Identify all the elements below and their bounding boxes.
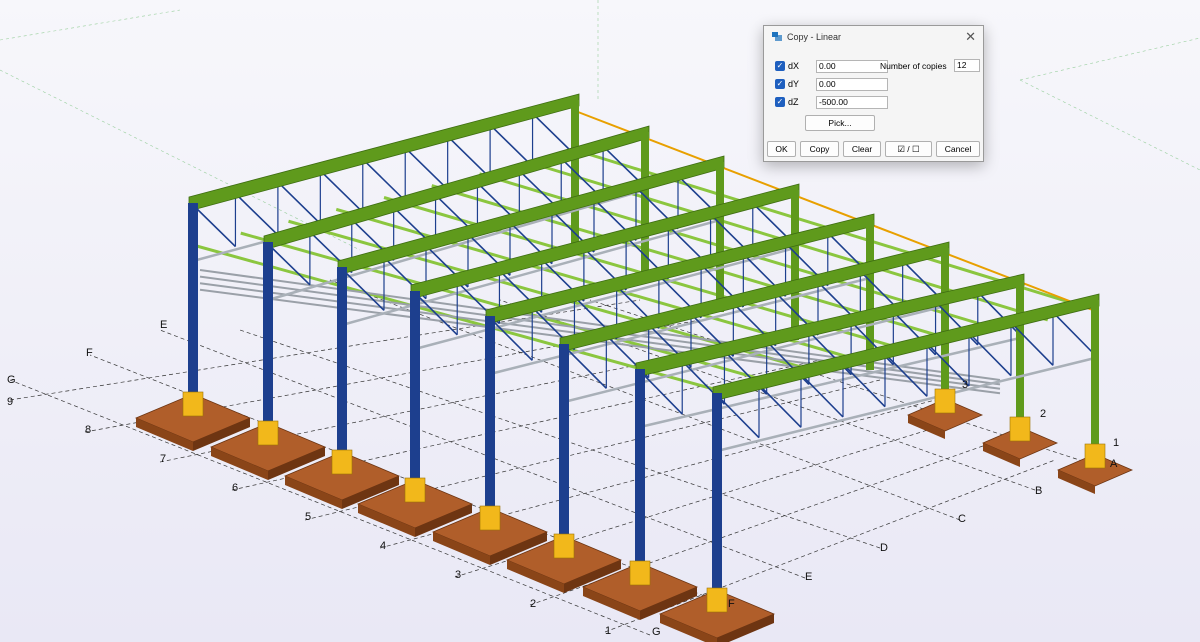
front-column bbox=[712, 393, 722, 598]
front-column bbox=[263, 242, 273, 435]
grid-label-A: A bbox=[1110, 458, 1118, 470]
base-plate bbox=[629, 560, 651, 586]
copy-linear-icon bbox=[772, 32, 782, 41]
dz-checkbox[interactable]: ✓ bbox=[775, 97, 785, 107]
grid-label-4: 4 bbox=[380, 540, 386, 552]
grid-label-F: F bbox=[728, 598, 735, 610]
base-plate bbox=[1084, 443, 1106, 469]
grid-label-7: 7 bbox=[160, 453, 166, 465]
back-column bbox=[941, 248, 949, 398]
front-column bbox=[635, 369, 645, 572]
ok-button[interactable]: OK bbox=[767, 141, 796, 157]
select-toggle-button[interactable]: ☑ / ☐ bbox=[885, 141, 932, 157]
grid-label-back-3: 3 bbox=[962, 379, 968, 391]
front-column bbox=[485, 316, 495, 515]
grid-label-left-F: F bbox=[86, 347, 93, 359]
grid-label-left-E: E bbox=[160, 319, 167, 331]
copies-label: Number of copies bbox=[880, 61, 947, 71]
base-plate bbox=[182, 391, 204, 417]
base-plate bbox=[331, 449, 353, 475]
front-column bbox=[559, 344, 569, 545]
grid-label-6: 6 bbox=[232, 482, 238, 494]
front-column bbox=[337, 267, 347, 462]
base-plate bbox=[479, 505, 501, 531]
offset-group: ✓ dX 0.00 ✓ dY 0.00 ✓ dZ -500.00 Pick... bbox=[768, 58, 888, 135]
back-column bbox=[716, 162, 724, 312]
dx-checkbox[interactable]: ✓ bbox=[775, 61, 785, 71]
base-plate bbox=[553, 533, 575, 559]
back-column bbox=[1091, 300, 1099, 450]
grid-label-2: 2 bbox=[530, 598, 536, 610]
copies-input[interactable]: 12 bbox=[954, 59, 980, 72]
copy-button[interactable]: Copy bbox=[800, 141, 839, 157]
front-column bbox=[188, 203, 198, 398]
grid-label-3: 3 bbox=[455, 569, 461, 581]
back-column bbox=[1016, 280, 1024, 430]
grid-label-D: D bbox=[880, 542, 888, 554]
front-column bbox=[410, 291, 420, 488]
grid-label-B: B bbox=[1035, 485, 1042, 497]
close-icon[interactable]: ✕ bbox=[965, 29, 976, 45]
dy-input[interactable]: 0.00 bbox=[816, 78, 888, 91]
dx-input[interactable]: 0.00 bbox=[816, 60, 888, 73]
dialog-title: Copy - Linear bbox=[787, 32, 842, 42]
grid-label-E: E bbox=[805, 571, 812, 583]
grid-label-back-2: 2 bbox=[1040, 408, 1046, 420]
dz-label: dZ bbox=[788, 97, 799, 107]
back-column bbox=[641, 132, 649, 282]
dz-input[interactable]: -500.00 bbox=[816, 96, 888, 109]
grid-label-C: C bbox=[958, 513, 966, 525]
grid-label-left-G: G bbox=[7, 374, 16, 386]
base-plate bbox=[404, 477, 426, 503]
grid-label-back-1: 1 bbox=[1113, 437, 1119, 449]
grid-label-9: 9 bbox=[7, 396, 13, 408]
cancel-button[interactable]: Cancel bbox=[936, 141, 980, 157]
dy-label: dY bbox=[788, 79, 800, 89]
clear-button[interactable]: Clear bbox=[843, 141, 881, 157]
grid-label-G: G bbox=[652, 626, 661, 638]
base-plate bbox=[257, 420, 279, 446]
grid-label-1: 1 bbox=[605, 625, 611, 637]
base-plate bbox=[1009, 416, 1031, 442]
pick-button[interactable]: Pick... bbox=[805, 115, 875, 131]
dy-checkbox[interactable]: ✓ bbox=[775, 79, 785, 89]
model-viewport[interactable]: 123456789123ABCDEFGEFG bbox=[0, 0, 1200, 642]
back-column bbox=[866, 220, 874, 370]
back-column bbox=[791, 190, 799, 340]
grid-label-8: 8 bbox=[85, 424, 91, 436]
base-plate bbox=[706, 587, 728, 613]
grid-label-5: 5 bbox=[305, 511, 311, 523]
dialog-title-bar[interactable]: Copy - Linear ✕ bbox=[764, 26, 983, 48]
base-plate bbox=[934, 388, 956, 414]
dx-label: dX bbox=[788, 61, 800, 71]
